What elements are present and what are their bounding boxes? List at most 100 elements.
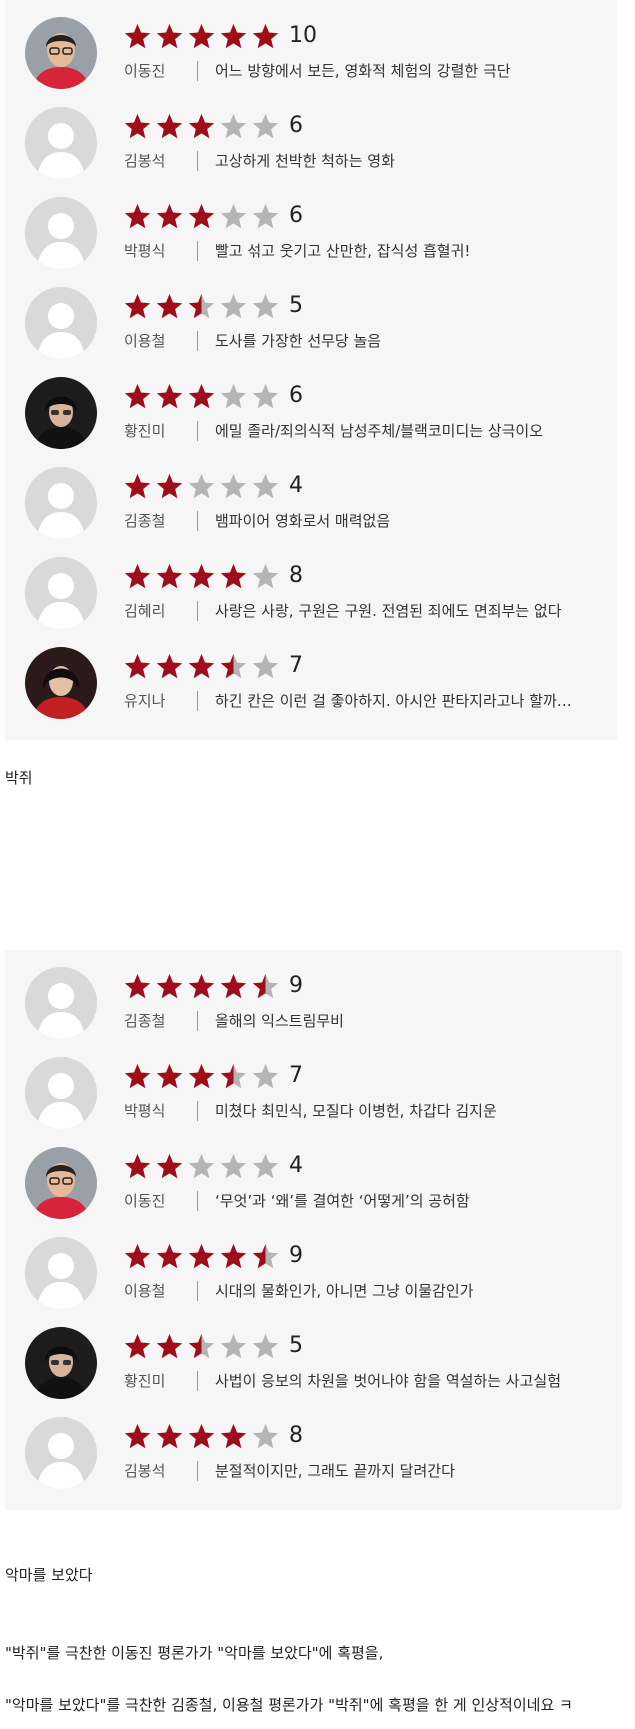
review-row: 5 이용철 도사를 가장한 선무당 놀음	[25, 287, 615, 377]
star-icon	[188, 293, 215, 319]
divider	[197, 511, 198, 531]
score-value: 7	[289, 1063, 303, 1088]
star-icon	[188, 563, 215, 589]
critic-name: 김종철	[124, 512, 166, 530]
divider	[197, 331, 198, 351]
star-rating: 9	[123, 971, 303, 1001]
star-icon	[252, 293, 279, 319]
star-icon	[220, 473, 247, 499]
star-icon	[188, 973, 215, 999]
star-icon	[124, 1153, 151, 1179]
divider	[197, 691, 198, 711]
star-icon	[220, 23, 247, 49]
star-icon	[124, 1063, 151, 1089]
star-rating: 9	[123, 1241, 303, 1271]
star-icon	[124, 383, 151, 409]
star-icon	[124, 1243, 151, 1269]
star-icon	[124, 473, 151, 499]
default-avatar-icon	[25, 287, 97, 359]
score-value: 5	[289, 293, 303, 318]
review-row: 9 이용철 시대의 물화인가, 아니면 그냥 이물감인가	[25, 1237, 615, 1327]
review-row: 10 이동진 어느 방향에서 보든, 영화적 체험의 강렬한 극단	[25, 17, 615, 107]
critic-photo-avatar	[25, 1147, 97, 1219]
review-row: 4 이동진 ‘무엇’과 ‘왜’를 결여한 ‘어떻게’의 공허함	[25, 1147, 615, 1237]
default-avatar-icon	[25, 557, 97, 629]
score-value: 8	[289, 1423, 303, 1448]
review-row: 6 김봉석 고상하게 천박한 척하는 영화	[25, 107, 615, 197]
review-comment: 시대의 물화인가, 아니면 그냥 이물감인가	[215, 1282, 474, 1300]
star-icon	[252, 563, 279, 589]
star-icon	[156, 203, 183, 229]
score-value: 9	[289, 973, 303, 998]
star-icon	[156, 23, 183, 49]
star-icon	[188, 473, 215, 499]
score-value: 4	[289, 473, 303, 498]
review-row: 7 박평식 미쳤다 최민식, 모질다 이병헌, 차갑다 김지운	[25, 1057, 615, 1147]
divider	[197, 1461, 198, 1481]
movie-title-bat: 박쥐	[5, 769, 33, 787]
movie-title-i-saw-the-devil: 악마를 보았다	[5, 1566, 93, 1584]
rating-panel-i-saw-the-devil: 9 김종철 올해의 익스트림무비 7 박평식 미쳤다 최민식, 모질다 이병헌, 차갑다 …	[5, 950, 622, 1510]
critic-name: 이동진	[124, 62, 166, 80]
star-rating: 5	[123, 1331, 303, 1361]
default-avatar-icon	[25, 1057, 97, 1129]
divider	[197, 1011, 198, 1031]
review-row: 4 김종철 뱀파이어 영화로서 매력없음	[25, 467, 615, 557]
review-row: 5 황진미 사법이 응보의 차원을 벗어나야 함을 역설하는 사고실험	[25, 1327, 615, 1417]
star-icon	[124, 973, 151, 999]
star-icon	[252, 383, 279, 409]
star-icon	[124, 113, 151, 139]
star-icon	[220, 1063, 247, 1089]
star-icon	[252, 473, 279, 499]
critic-name: 박평식	[124, 1102, 166, 1120]
star-rating: 10	[123, 21, 317, 51]
star-icon	[124, 1423, 151, 1449]
default-avatar-icon	[25, 197, 97, 269]
default-avatar-icon	[25, 107, 97, 179]
critic-name: 김봉석	[124, 152, 166, 170]
star-rating: 6	[123, 111, 303, 141]
star-icon	[252, 113, 279, 139]
star-icon	[156, 473, 183, 499]
critic-name: 황진미	[124, 1372, 166, 1390]
star-rating: 4	[123, 471, 303, 501]
review-comment: 도사를 가장한 선무당 놀음	[215, 332, 382, 350]
comment-line-1: "박쥐"를 극찬한 이동진 평론가가 "악마를 보았다"에 혹평을,	[5, 1644, 384, 1662]
divider	[197, 1371, 198, 1391]
star-icon	[156, 973, 183, 999]
star-icon	[156, 1063, 183, 1089]
rating-panel-bat: 10 이동진 어느 방향에서 보든, 영화적 체험의 강렬한 극단 6 김봉석 고상하게 …	[5, 0, 617, 740]
star-icon	[188, 1063, 215, 1089]
star-rating: 6	[123, 201, 303, 231]
divider	[197, 1101, 198, 1121]
star-icon	[124, 653, 151, 679]
default-avatar-icon	[25, 467, 97, 539]
review-comment: ‘무엇’과 ‘왜’를 결여한 ‘어떻게’의 공허함	[215, 1192, 470, 1210]
score-value: 6	[289, 113, 303, 138]
divider	[197, 1281, 198, 1301]
review-row: 7 유지나 하긴 칸은 이런 걸 좋아하지. 아시안 판타지라고나 할까…	[25, 647, 615, 737]
star-rating: 7	[123, 651, 303, 681]
score-value: 7	[289, 653, 303, 678]
critic-photo-avatar	[25, 377, 97, 449]
critic-name: 김봉석	[124, 1462, 166, 1480]
star-icon	[252, 203, 279, 229]
divider	[197, 241, 198, 261]
review-comment: 사랑은 사랑, 구원은 구원. 전염된 죄에도 면죄부는 없다	[215, 602, 562, 620]
score-value: 6	[289, 383, 303, 408]
critic-photo-avatar	[25, 647, 97, 719]
divider	[197, 601, 198, 621]
star-icon	[156, 563, 183, 589]
star-icon	[220, 1243, 247, 1269]
default-avatar-icon	[25, 967, 97, 1039]
review-row: 9 김종철 올해의 익스트림무비	[25, 967, 615, 1057]
star-icon	[220, 293, 247, 319]
star-icon	[220, 113, 247, 139]
review-comment: 빨고 섞고 웃기고 산만한, 잡식성 흡혈귀!	[215, 242, 471, 260]
divider	[197, 61, 198, 81]
star-icon	[124, 1333, 151, 1359]
star-icon	[188, 653, 215, 679]
score-value: 5	[289, 1333, 303, 1358]
star-icon	[124, 23, 151, 49]
star-rating: 6	[123, 381, 303, 411]
